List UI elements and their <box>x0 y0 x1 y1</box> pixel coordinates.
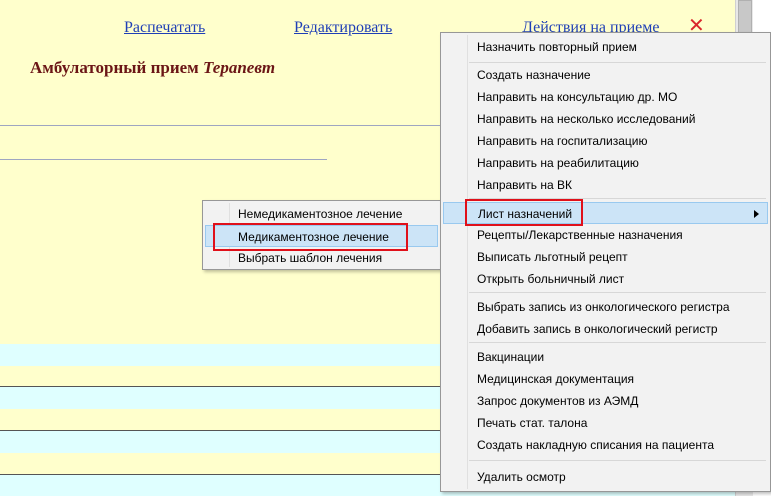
menu-item-refer-consultation[interactable]: Направить на консультацию др. МО <box>443 86 768 108</box>
page-title-main: Амбулаторный прием <box>30 58 199 77</box>
menu-item-label: Запрос документов из АЭМД <box>477 394 639 408</box>
menu-item-aemd-request[interactable]: Запрос документов из АЭМД <box>443 390 768 412</box>
menu-item-label: Лист назначений <box>478 207 573 221</box>
menu-item-sick-leave[interactable]: Открыть больничный лист <box>443 268 768 290</box>
menu-item-label: Направить на ВК <box>477 178 572 192</box>
menu-item-label: Направить на госпитализацию <box>477 134 648 148</box>
menu-separator <box>469 342 766 343</box>
submenu-item-non-drug-treatment[interactable]: Немедикаментозное лечение <box>205 203 438 225</box>
menu-item-label: Направить на консультацию др. МО <box>477 90 678 104</box>
menu-item-label: Рецепты/Лекарственные назначения <box>477 228 683 242</box>
menu-item-label: Направить на реабилитацию <box>477 156 639 170</box>
menu-item-print-stat-ticket[interactable]: Печать стат. талона <box>443 412 768 434</box>
actions-menu: Назначить повторный прием Создать назнач… <box>440 32 771 492</box>
menu-item-write-off-invoice[interactable]: Создать накладную списания на пациента <box>443 434 768 456</box>
submenu-item-label: Медикаментозное лечение <box>238 230 389 244</box>
menu-item-label: Направить на несколько исследований <box>477 112 696 126</box>
menu-item-refer-hospitalization[interactable]: Направить на госпитализацию <box>443 130 768 152</box>
menu-item-add-oncology-record[interactable]: Добавить запись в онкологический регистр <box>443 318 768 340</box>
menu-item-create-prescription[interactable]: Создать назначение <box>443 64 768 86</box>
menu-item-label: Вакцинации <box>477 350 545 364</box>
menu-item-refer-studies[interactable]: Направить на несколько исследований <box>443 108 768 130</box>
submenu-item-label: Выбрать шаблон лечения <box>238 251 383 265</box>
menu-separator <box>469 62 766 63</box>
menu-item-repeat-appointment[interactable]: Назначить повторный прием <box>443 36 768 58</box>
menu-item-refer-rehabilitation[interactable]: Направить на реабилитацию <box>443 152 768 174</box>
menu-item-label: Печать стат. талона <box>477 416 588 430</box>
menu-separator <box>469 460 766 461</box>
menu-item-label: Добавить запись в онкологический регистр <box>477 322 718 336</box>
menu-item-medical-docs[interactable]: Медицинская документация <box>443 368 768 390</box>
menu-item-label: Открыть больничный лист <box>477 272 625 286</box>
menu-item-label: Удалить осмотр <box>477 470 566 484</box>
submenu-item-label: Немедикаментозное лечение <box>238 207 403 221</box>
menu-separator <box>469 198 766 199</box>
submenu-item-choose-template[interactable]: Выбрать шаблон лечения <box>205 247 438 269</box>
menu-item-delete-exam[interactable]: Удалить осмотр <box>443 466 768 488</box>
menu-item-prescription-sheet[interactable]: Лист назначений <box>443 202 768 224</box>
menu-item-label: Выбрать запись из онкологического регист… <box>477 300 730 314</box>
menu-item-refer-vk[interactable]: Направить на ВК <box>443 174 768 196</box>
divider-line <box>0 125 440 126</box>
menu-item-label: Медицинская документация <box>477 372 635 386</box>
treatment-submenu: Немедикаментозное лечение Медикаментозно… <box>202 200 441 270</box>
menu-item-preferential-recipe[interactable]: Выписать льготный рецепт <box>443 246 768 268</box>
menu-item-label: Создать назначение <box>477 68 591 82</box>
menu-item-label: Выписать льготный рецепт <box>477 250 628 264</box>
submenu-item-drug-treatment[interactable]: Медикаментозное лечение <box>205 225 438 247</box>
print-link[interactable]: Распечатать <box>124 19 205 37</box>
menu-item-label: Назначить повторный прием <box>477 40 637 54</box>
divider-line <box>0 159 327 160</box>
menu-item-label: Создать накладную списания на пациента <box>477 438 715 452</box>
submenu-arrow-icon <box>754 210 759 218</box>
menu-item-select-oncology-record[interactable]: Выбрать запись из онкологического регист… <box>443 296 768 318</box>
menu-item-vaccinations[interactable]: Вакцинации <box>443 346 768 368</box>
page-title-role: Терапевт <box>203 58 276 77</box>
menu-separator <box>469 292 766 293</box>
menu-item-recipes[interactable]: Рецепты/Лекарственные назначения <box>443 224 768 246</box>
edit-link[interactable]: Редактировать <box>294 19 392 37</box>
page-title: Амбулаторный прием Терапевт <box>30 58 275 78</box>
